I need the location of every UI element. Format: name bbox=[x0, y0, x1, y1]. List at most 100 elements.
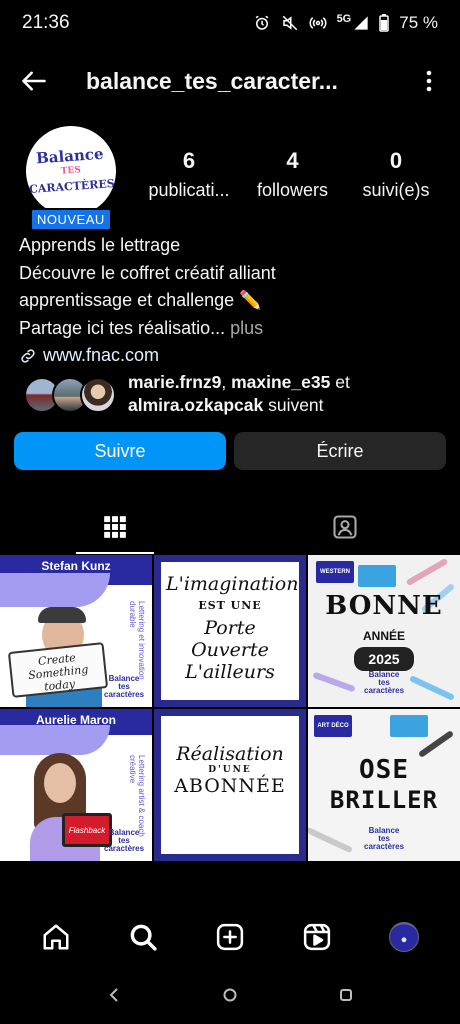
follow-button[interactable]: Suivre bbox=[14, 432, 226, 470]
bio-line-truncated: Partage ici tes réalisatio... plus bbox=[19, 315, 449, 343]
pencil-decor bbox=[308, 826, 353, 854]
quote-line: L'ailleurs bbox=[185, 661, 275, 683]
quote-line: L'imagination bbox=[166, 573, 299, 595]
stat-followers-label: followers bbox=[256, 180, 329, 200]
profile-actions: Suivre Écrire bbox=[14, 432, 446, 470]
post-thumbnail[interactable]: WESTERN BONNE ANNÉE 2025 Balance tes car… bbox=[308, 555, 460, 707]
profile-avatar[interactable]: Balance TES CARACTÈRES bbox=[26, 126, 116, 216]
tab-tagged[interactable] bbox=[230, 500, 460, 554]
post-title-line: OSE bbox=[359, 755, 409, 785]
kebab-icon bbox=[426, 70, 432, 92]
status-bar: 21:36 5G 75 % bbox=[0, 0, 460, 46]
post-subtitle: ANNÉE bbox=[362, 629, 405, 643]
post-person-name: Aurelie Maron bbox=[35, 713, 116, 727]
nav-home[interactable] bbox=[36, 917, 76, 957]
home-icon bbox=[43, 924, 69, 950]
plus-square-icon bbox=[216, 923, 244, 951]
post-thumbnail[interactable]: Aurelie Maron Flashback Lettering artist… bbox=[0, 709, 152, 861]
avatar bbox=[389, 922, 420, 952]
post-thumbnail[interactable]: L'imagination EST UNE Porte Ouverte L'ai… bbox=[154, 555, 306, 707]
tagged-icon bbox=[333, 515, 357, 539]
post-title: BONNE bbox=[325, 591, 443, 621]
conjunction: et bbox=[330, 372, 350, 392]
stat-posts[interactable]: 6 publicati... bbox=[140, 148, 238, 201]
bio-line: Découvre le coffret créatif alliant bbox=[19, 262, 276, 283]
follower-avatars bbox=[24, 375, 120, 413]
bio-more-link[interactable]: plus bbox=[230, 318, 263, 338]
stat-posts-label: publicati... bbox=[148, 180, 230, 200]
post-title: OSE BRILLER bbox=[308, 755, 460, 815]
bio-website-url: www.fnac.com bbox=[43, 345, 160, 365]
person-face bbox=[44, 763, 76, 803]
quote-line: D'UNE bbox=[208, 765, 252, 775]
profile-summary: Balance TES CARACTÈRES NOUVEAU 6 publica… bbox=[0, 126, 460, 236]
new-badge: NOUVEAU bbox=[30, 208, 112, 231]
status-time: 21:36 bbox=[22, 12, 70, 33]
system-back-icon[interactable] bbox=[106, 987, 122, 1003]
pencil-decor bbox=[405, 557, 449, 587]
search-icon bbox=[130, 924, 157, 951]
hotspot-icon bbox=[309, 17, 327, 29]
post-logo: Balance tes caractères bbox=[104, 674, 145, 699]
profile-stats: 6 publicati... 4 followers 0 suivi(e)s bbox=[140, 148, 445, 201]
stat-followers[interactable]: 4 followers bbox=[244, 148, 342, 201]
quote-line: EST UNE bbox=[198, 599, 262, 612]
post-tag: WESTERN bbox=[316, 561, 354, 583]
more-options-button[interactable] bbox=[414, 63, 444, 99]
post-thumbnail[interactable]: Stefan Kunz Create Something today Lette… bbox=[0, 555, 152, 707]
post-quote: Réalisation D'UNE ABONNÉE bbox=[166, 743, 294, 797]
tab-posts-grid[interactable] bbox=[0, 500, 230, 554]
stat-following-value: 0 bbox=[389, 148, 403, 173]
stat-following-label: suivi(e)s bbox=[362, 180, 430, 200]
post-logo: Balance tes caractères bbox=[364, 826, 405, 851]
post-thumbnail[interactable]: ART DÉCO OSE BRILLER Balance tes caractè… bbox=[308, 709, 460, 861]
nav-search[interactable] bbox=[123, 917, 163, 957]
nav-create[interactable] bbox=[210, 917, 250, 957]
bio-website-link[interactable]: www.fnac.com bbox=[19, 342, 449, 370]
link-icon bbox=[21, 349, 35, 363]
pencil-decor bbox=[312, 671, 356, 693]
system-recents-icon[interactable] bbox=[338, 987, 354, 1003]
followed-by-text: marie.frnz9, maxine_e35 et almira.ozkapc… bbox=[128, 371, 350, 417]
posts-grid: Stefan Kunz Create Something today Lette… bbox=[0, 555, 460, 861]
post-quote: L'imagination EST UNE Porte Ouverte L'ai… bbox=[166, 573, 299, 683]
followed-by[interactable]: marie.frnz9, maxine_e35 et almira.ozkapc… bbox=[24, 371, 454, 417]
post-person-name: Stefan Kunz bbox=[41, 559, 111, 573]
mute-icon bbox=[282, 15, 297, 31]
quote-line: Porte Ouverte bbox=[191, 617, 269, 661]
grid-icon bbox=[104, 516, 126, 538]
back-button[interactable] bbox=[16, 63, 52, 99]
stat-posts-value: 6 bbox=[182, 148, 196, 173]
post-logo: Balance tes caractères bbox=[364, 670, 405, 695]
message-button[interactable]: Écrire bbox=[234, 432, 446, 470]
post-tag-card bbox=[358, 565, 396, 587]
battery-level: 75 % bbox=[399, 13, 438, 32]
signal-icon bbox=[354, 16, 368, 30]
nav-profile[interactable] bbox=[384, 917, 424, 957]
post-wave bbox=[0, 725, 110, 755]
stat-following[interactable]: 0 suivi(e)s bbox=[347, 148, 445, 201]
post-year: 2025 bbox=[354, 647, 414, 671]
arrow-left-icon bbox=[22, 71, 46, 91]
page-title: balance_tes_caracter... bbox=[86, 67, 338, 94]
status-icons: 5G 75 % bbox=[253, 13, 438, 33]
post-logo: Balance tes caractères bbox=[104, 828, 145, 853]
network-label: 5G bbox=[336, 13, 352, 25]
reels-icon bbox=[304, 923, 331, 951]
nav-reels[interactable] bbox=[297, 917, 337, 957]
quote-line: Réalisation bbox=[176, 743, 284, 765]
bio-line-text: Partage ici tes réalisatio... bbox=[19, 317, 226, 338]
post-wave bbox=[0, 573, 110, 607]
followed-suffix: suivent bbox=[263, 395, 324, 415]
person-cap bbox=[38, 607, 86, 623]
system-navigation bbox=[0, 972, 460, 1018]
bio-line: apprentissage et challenge ✏️ bbox=[19, 290, 262, 310]
avatar bbox=[80, 377, 116, 413]
system-home-icon[interactable] bbox=[222, 987, 238, 1003]
alarm-icon bbox=[255, 15, 268, 30]
separator: , bbox=[221, 372, 232, 392]
post-tag: ART DÉCO bbox=[314, 715, 352, 737]
post-title-line: BRILLER bbox=[329, 786, 439, 814]
post-thumbnail[interactable]: Réalisation D'UNE ABONNÉE bbox=[154, 709, 306, 861]
follower-user: maxine_e35 bbox=[231, 372, 331, 392]
